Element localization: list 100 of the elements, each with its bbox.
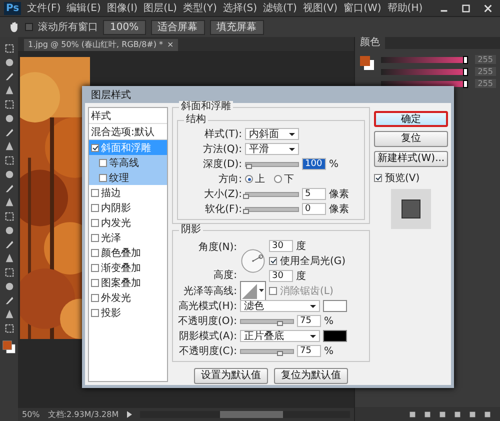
color-swatch[interactable] bbox=[323, 330, 347, 342]
slider-thumb[interactable] bbox=[246, 164, 252, 168]
styles-list-item[interactable]: 颜色叠加 bbox=[89, 245, 167, 260]
checkbox[interactable] bbox=[25, 23, 33, 31]
color-swatches-icon[interactable] bbox=[2, 340, 16, 354]
slider-thumb[interactable] bbox=[277, 320, 283, 326]
toolbar-button[interactable]: 100% bbox=[103, 20, 146, 34]
toolbar-button[interactable]: 适合屏幕 bbox=[150, 20, 205, 34]
checkbox[interactable] bbox=[91, 248, 99, 256]
color-swatches-icon[interactable] bbox=[359, 55, 375, 71]
tool-icon[interactable] bbox=[4, 99, 14, 110]
input-field[interactable]: 0 bbox=[302, 203, 326, 215]
checkbox[interactable] bbox=[91, 144, 99, 152]
tool-icon[interactable] bbox=[4, 57, 14, 68]
styles-list-item[interactable]: 渐变叠加 bbox=[89, 260, 167, 275]
tool-icon[interactable] bbox=[4, 141, 14, 152]
ok-button[interactable]: 确定 bbox=[374, 111, 448, 127]
tool-icon[interactable] bbox=[4, 239, 14, 250]
tool-icon[interactable] bbox=[4, 43, 14, 54]
checkbox[interactable] bbox=[91, 308, 99, 316]
input-field[interactable]: 30 bbox=[269, 270, 293, 282]
dialog-button[interactable]: 复位为默认值 bbox=[274, 368, 348, 384]
document-tab[interactable]: 1.jpg @ 50% (春山红叶, RGB/8#) * × bbox=[24, 39, 178, 51]
slider-thumb[interactable] bbox=[462, 80, 468, 88]
menu-item[interactable]: 滤镜(T) bbox=[263, 1, 297, 15]
radio-button[interactable] bbox=[245, 175, 253, 183]
tool-icon[interactable] bbox=[4, 323, 14, 334]
contour-picker[interactable] bbox=[240, 281, 266, 301]
styles-list-item[interactable]: 描边 bbox=[89, 185, 167, 200]
tool-icon[interactable] bbox=[4, 85, 14, 96]
menu-item[interactable]: 图像(I) bbox=[106, 1, 138, 15]
dialog-button[interactable]: 设置为默认值 bbox=[194, 368, 268, 384]
tool-icon[interactable] bbox=[4, 127, 14, 138]
checkbox[interactable] bbox=[99, 174, 107, 182]
styles-list-item[interactable]: 投影 bbox=[89, 305, 167, 320]
menu-item[interactable]: 文件(F) bbox=[27, 1, 61, 15]
checkbox[interactable] bbox=[91, 218, 99, 226]
input-field[interactable]: 75 bbox=[297, 345, 321, 357]
tool-icon[interactable] bbox=[4, 281, 14, 292]
tool-icon[interactable] bbox=[4, 295, 14, 306]
tool-icon[interactable] bbox=[4, 169, 14, 180]
input-field[interactable]: 100 bbox=[302, 158, 326, 170]
menu-item[interactable]: 编辑(E) bbox=[66, 1, 101, 15]
tool-icon[interactable] bbox=[4, 71, 14, 82]
tool-icon[interactable] bbox=[4, 253, 14, 264]
tool-icon[interactable] bbox=[4, 197, 14, 208]
checkbox[interactable] bbox=[269, 287, 277, 295]
input-field[interactable]: 5 bbox=[302, 188, 326, 200]
radio-button[interactable] bbox=[274, 175, 282, 183]
play-icon[interactable] bbox=[126, 411, 132, 418]
color-swatch[interactable] bbox=[323, 300, 347, 312]
menu-item[interactable]: 图层(L) bbox=[144, 1, 177, 15]
scroll-bar[interactable] bbox=[140, 411, 350, 418]
panel-tab[interactable]: 颜色 bbox=[355, 37, 385, 49]
styles-list-item[interactable]: 等高线 bbox=[89, 155, 167, 170]
menu-item[interactable]: 视图(V) bbox=[302, 1, 338, 15]
checkbox[interactable] bbox=[91, 234, 99, 242]
checkbox[interactable] bbox=[91, 294, 99, 302]
tool-icon[interactable] bbox=[4, 309, 14, 320]
slider-thumb[interactable] bbox=[462, 68, 468, 76]
styles-list-item[interactable]: 内发光 bbox=[89, 215, 167, 230]
styles-list-item[interactable]: 外发光 bbox=[89, 290, 167, 305]
checkbox[interactable] bbox=[91, 264, 99, 272]
blend-mode-dropdown[interactable]: 滤色 bbox=[240, 300, 320, 312]
tool-icon[interactable] bbox=[4, 113, 14, 124]
tool-icon[interactable] bbox=[4, 155, 14, 166]
tool-icon[interactable] bbox=[4, 225, 14, 236]
tab-close-button[interactable]: × bbox=[167, 39, 174, 51]
hand-icon[interactable] bbox=[8, 21, 20, 33]
slider-thumb[interactable] bbox=[462, 56, 468, 64]
style-dropdown[interactable]: 内斜面 bbox=[245, 128, 299, 140]
checkbox[interactable] bbox=[91, 188, 99, 196]
styles-list-item[interactable]: 纹理 bbox=[89, 170, 167, 185]
dialog-button[interactable]: 新建样式(W)... bbox=[374, 151, 448, 167]
checkbox[interactable] bbox=[91, 278, 99, 286]
slider-thumb[interactable] bbox=[277, 350, 283, 356]
blend-mode-dropdown[interactable]: 正片叠底 bbox=[240, 330, 320, 342]
slider-thumb[interactable] bbox=[243, 208, 249, 214]
input-field[interactable]: 75 bbox=[297, 315, 321, 327]
menu-item[interactable]: 类型(Y) bbox=[182, 1, 217, 15]
slider-thumb[interactable] bbox=[243, 194, 249, 198]
styles-list-item[interactable]: 内阴影 bbox=[89, 200, 167, 215]
menu-item[interactable]: 窗口(W) bbox=[344, 1, 382, 15]
styles-list-item[interactable]: 图案叠加 bbox=[89, 275, 167, 290]
styles-list-item[interactable]: 样式 bbox=[89, 108, 167, 124]
checkbox[interactable] bbox=[269, 257, 277, 265]
styles-list-item[interactable]: 光泽 bbox=[89, 230, 167, 245]
dialog-button[interactable]: 复位 bbox=[374, 131, 448, 147]
tool-icon[interactable] bbox=[4, 211, 14, 222]
checkbox[interactable] bbox=[374, 174, 382, 182]
checkbox[interactable] bbox=[91, 204, 99, 212]
field-label: 深度(D): bbox=[202, 158, 242, 171]
technique-dropdown[interactable]: 平滑 bbox=[245, 143, 299, 155]
tool-icon[interactable] bbox=[4, 267, 14, 278]
input-field[interactable]: 30 bbox=[269, 240, 293, 252]
toolbar-button[interactable]: 填充屏幕 bbox=[210, 20, 264, 34]
menu-item[interactable]: 选择(S) bbox=[222, 1, 258, 15]
menu-item[interactable]: 帮助(H) bbox=[387, 1, 423, 15]
checkbox[interactable] bbox=[99, 158, 107, 166]
tool-icon[interactable] bbox=[4, 183, 14, 194]
